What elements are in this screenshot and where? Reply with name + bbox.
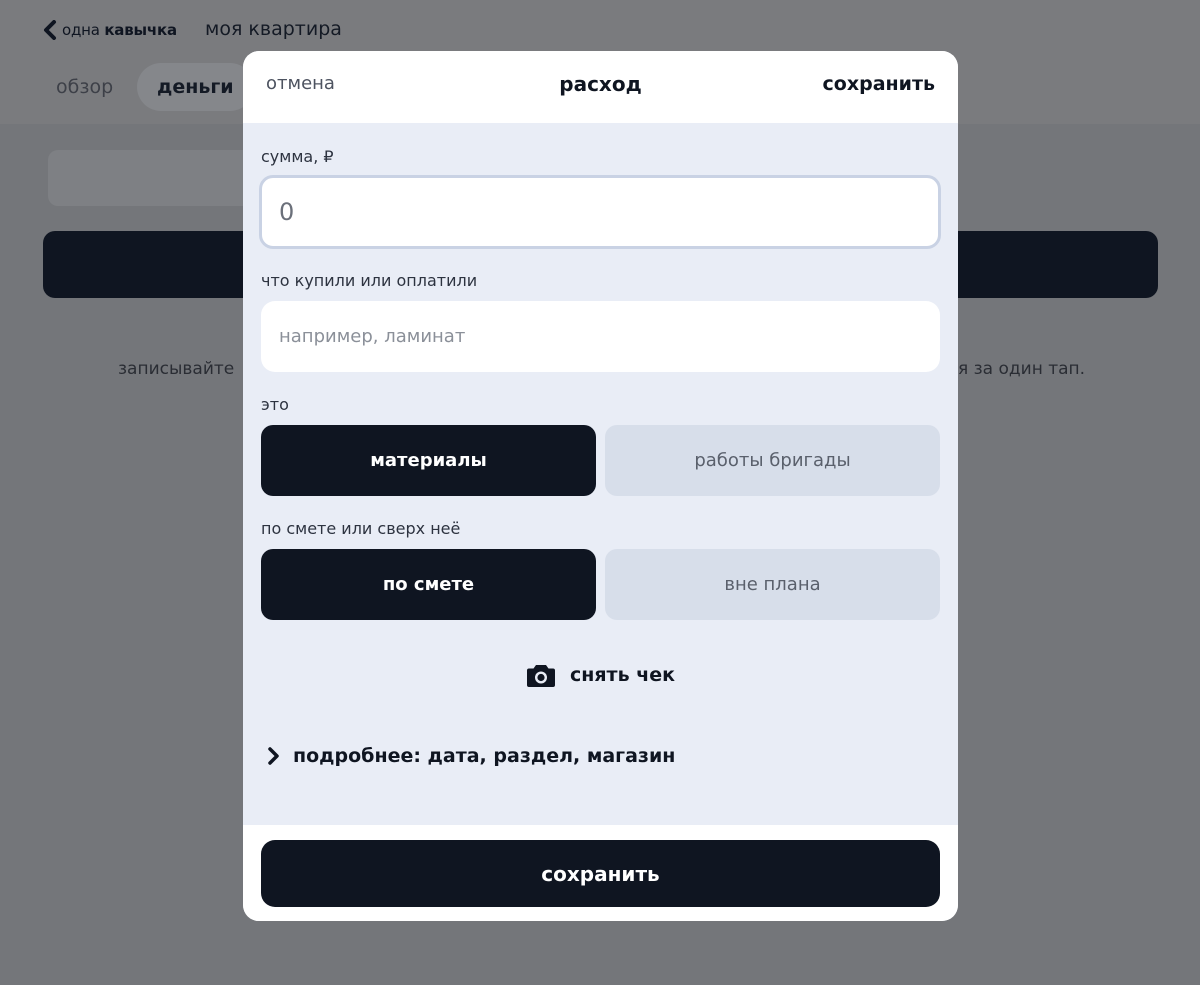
type-crew-work-button[interactable]: работы бригады <box>605 425 940 496</box>
expense-modal: отмена расход сохранить сумма, ₽ что куп… <box>243 51 958 921</box>
budget-in-estimate-button[interactable]: по смете <box>261 549 596 620</box>
background-hint-right: я за один тап. <box>958 359 1086 379</box>
modal-footer: сохранить <box>243 825 958 921</box>
chevron-left-icon <box>44 20 56 40</box>
details-label: подробнее: дата, раздел, магазин <box>293 745 676 767</box>
details-toggle[interactable]: подробнее: дата, раздел, магазин <box>267 741 675 771</box>
chevron-right-icon <box>268 747 279 765</box>
save-header-button[interactable]: сохранить <box>823 73 935 95</box>
amount-label: сумма, ₽ <box>261 147 334 166</box>
take-receipt-button[interactable]: снять чек <box>243 657 958 693</box>
what-input[interactable] <box>261 301 940 372</box>
tab-overview[interactable]: обзор <box>56 63 113 111</box>
brand-logo: одна кавычка <box>62 21 177 39</box>
budget-label: по смете или сверх неё <box>261 519 461 538</box>
background-hint-left: записывайте <box>118 359 235 379</box>
amount-input[interactable] <box>259 175 941 249</box>
modal-header: отмена расход сохранить <box>243 51 958 123</box>
type-materials-button[interactable]: материалы <box>261 425 596 496</box>
what-label: что купили или оплатили <box>261 271 478 290</box>
save-button[interactable]: сохранить <box>261 840 940 907</box>
type-label: это <box>261 395 289 414</box>
brand-back-link[interactable]: одна кавычка <box>42 18 177 42</box>
camera-icon <box>526 665 555 687</box>
take-receipt-label: снять чек <box>569 664 676 686</box>
page-title: моя квартира <box>205 18 342 40</box>
tab-money[interactable]: деньги <box>137 63 254 111</box>
budget-unplanned-button[interactable]: вне плана <box>605 549 940 620</box>
